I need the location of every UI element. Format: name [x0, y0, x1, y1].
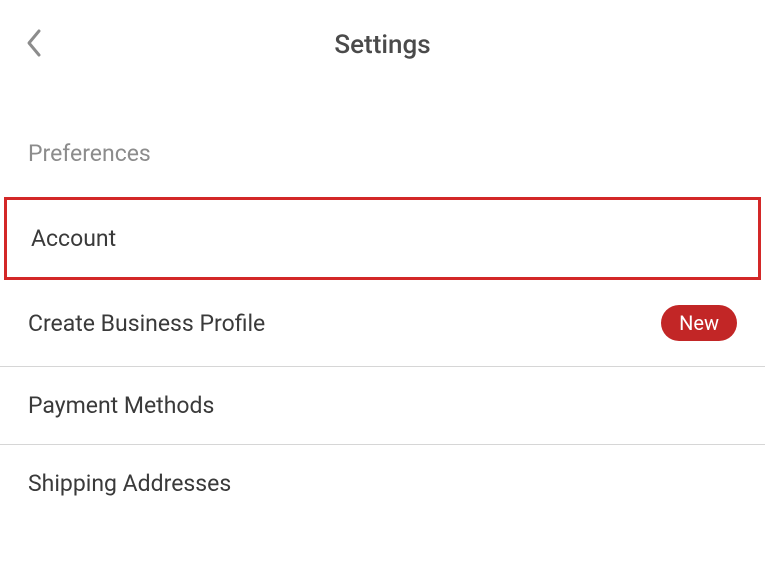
- section-label: Preferences: [0, 80, 765, 177]
- header: Settings: [0, 0, 765, 80]
- new-badge: New: [661, 305, 737, 341]
- list-item-create-business-profile[interactable]: Create Business Profile New: [0, 280, 765, 367]
- list-item-label: Create Business Profile: [28, 310, 265, 337]
- list-item-label: Account: [31, 225, 116, 252]
- back-button[interactable]: [25, 28, 43, 62]
- chevron-left-icon: [25, 28, 43, 62]
- list-item-label: Shipping Addresses: [28, 470, 231, 497]
- page-title: Settings: [25, 30, 740, 60]
- settings-list: Account Create Business Profile New Paym…: [0, 197, 765, 522]
- list-item-payment-methods[interactable]: Payment Methods: [0, 367, 765, 445]
- list-item-account[interactable]: Account: [4, 197, 761, 280]
- list-item-label: Payment Methods: [28, 392, 214, 419]
- list-item-shipping-addresses[interactable]: Shipping Addresses: [0, 445, 765, 522]
